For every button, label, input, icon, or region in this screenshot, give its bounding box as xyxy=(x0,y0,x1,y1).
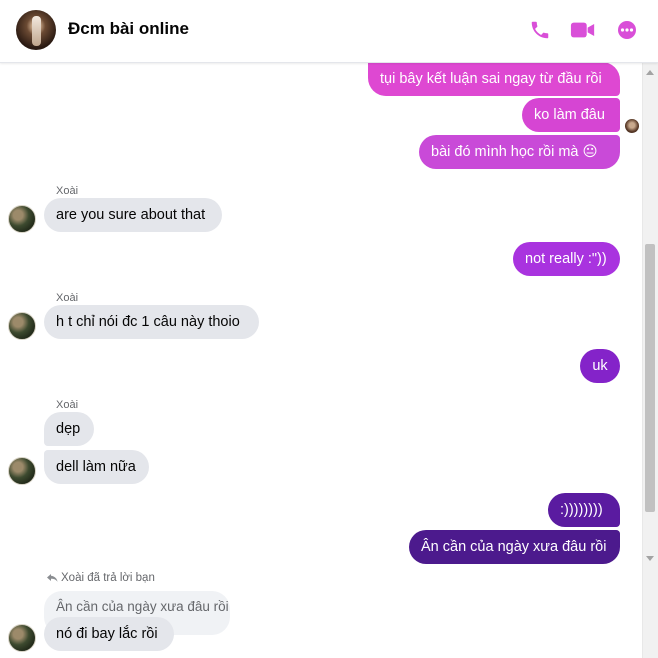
message-bubble[interactable]: dell làm nữa xyxy=(44,450,149,484)
message-bubble[interactable]: not really :")) xyxy=(513,242,620,276)
message-bubble[interactable]: Ân cần của ngày xưa đâu rồi xyxy=(409,530,620,564)
message-bubble[interactable]: are you sure about that xyxy=(44,198,222,232)
message-bubble[interactable]: bài đó mình học rồi mà 😐 xyxy=(419,135,620,169)
seen-avatar xyxy=(625,119,639,133)
message-bubble[interactable]: :)))))))) xyxy=(548,493,620,527)
chat-title[interactable]: Đcm bài online xyxy=(68,19,189,39)
avatar[interactable] xyxy=(8,624,36,652)
more-icon[interactable] xyxy=(614,17,640,43)
avatar[interactable] xyxy=(8,312,36,340)
video-icon[interactable] xyxy=(570,17,596,43)
scroll-down-arrow-icon[interactable] xyxy=(646,556,654,561)
message-bubble[interactable]: h t chỉ nói đc 1 câu này thoio xyxy=(44,305,259,339)
group-avatar[interactable] xyxy=(16,10,56,50)
avatar[interactable] xyxy=(8,457,36,485)
phone-icon[interactable] xyxy=(527,17,553,43)
reply-note-text: Xoài đã trả lời bạn xyxy=(61,572,155,584)
sender-name: Xoài xyxy=(56,292,79,304)
message-bubble[interactable]: nó đi bay lắc rồi xyxy=(44,617,174,651)
avatar[interactable] xyxy=(8,205,36,233)
message-bubble[interactable]: dẹp xyxy=(44,412,94,446)
scroll-up-arrow-icon[interactable] xyxy=(646,70,654,75)
message-list: tụi bây kết luận sai ngay từ đầu rồi ko … xyxy=(0,62,643,658)
message-bubble[interactable]: ko làm đâu xyxy=(522,98,620,132)
message-bubble[interactable]: uk xyxy=(580,349,620,383)
sender-name: Xoài xyxy=(56,399,79,411)
scroll-thumb[interactable] xyxy=(645,244,655,512)
reply-icon xyxy=(47,574,58,582)
scrollbar[interactable] xyxy=(642,62,658,658)
sender-name: Xoài xyxy=(56,185,79,197)
message-bubble[interactable]: tụi bây kết luận sai ngay từ đầu rồi xyxy=(368,62,620,96)
chat-header: Đcm bài online xyxy=(0,0,658,63)
reply-note: Xoài đã trả lời bạn xyxy=(46,572,155,584)
